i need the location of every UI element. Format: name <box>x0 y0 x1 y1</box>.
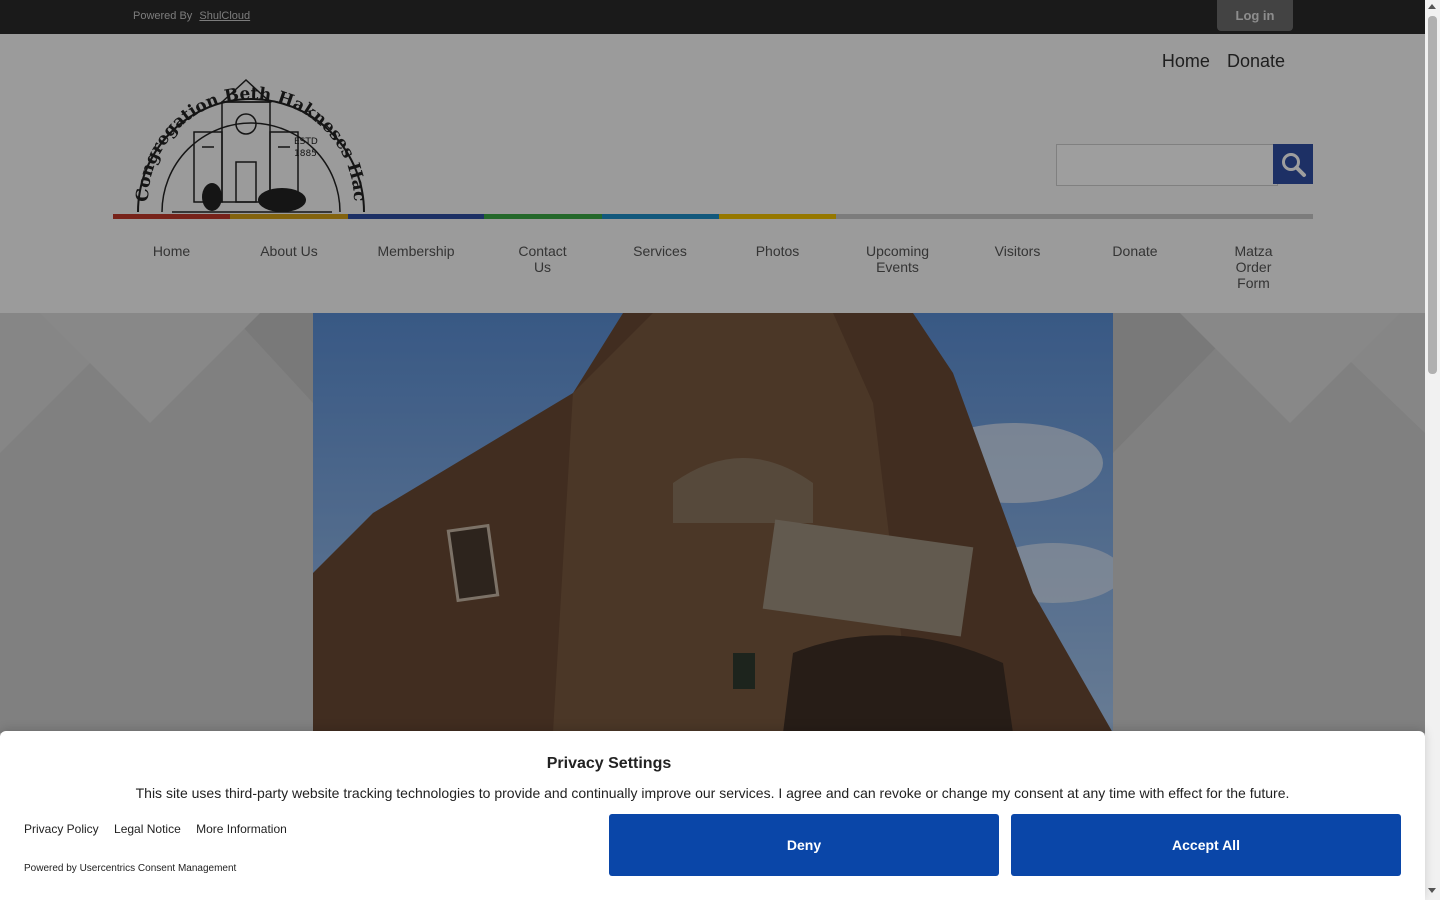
nav-item-about-us[interactable]: About Us <box>230 243 348 291</box>
consent-title: Privacy Settings <box>546 755 672 772</box>
search-input[interactable] <box>1056 144 1278 186</box>
privacy-consent-banner: Privacy Settings This site uses third-pa… <box>0 731 1425 900</box>
stripe-segment <box>836 214 1313 219</box>
main-nav: Home About Us Membership Contact Us Serv… <box>113 243 1313 291</box>
stripe-segment <box>484 214 602 219</box>
scroll-thumb[interactable] <box>1428 16 1437 374</box>
login-button[interactable]: Log in <box>1217 0 1293 31</box>
consent-links: Privacy Policy Legal Notice More Informa… <box>24 822 299 836</box>
stripe-segment <box>230 214 348 219</box>
search-icon <box>1282 153 1306 177</box>
nav-item-visitors[interactable]: Visitors <box>959 243 1076 291</box>
logo-estd: ESTD <box>294 137 318 147</box>
top-bar: Powered By ShulCloud Log in <box>0 0 1425 34</box>
nav-item-donate[interactable]: Donate <box>1076 243 1194 291</box>
nav-item-services[interactable]: Services <box>601 243 719 291</box>
synagogue-photo <box>313 313 1113 733</box>
stripe-segment <box>113 214 230 219</box>
page-scrollbar[interactable] <box>1425 0 1440 900</box>
stripe-segment <box>602 214 719 219</box>
scroll-up-arrow-icon[interactable] <box>1428 4 1436 9</box>
shulcloud-link[interactable]: ShulCloud <box>199 10 250 22</box>
accept-all-button[interactable]: Accept All <box>1011 814 1401 876</box>
scroll-down-arrow-icon[interactable] <box>1428 888 1436 893</box>
nav-item-home[interactable]: Home <box>113 243 230 291</box>
nav-item-contact-us[interactable]: Contact Us <box>484 243 601 291</box>
more-information-link[interactable]: More Information <box>196 822 287 836</box>
congregation-logo[interactable]: Congregation Beth Hakneses Hachodosh EST… <box>132 52 369 217</box>
util-nav-home[interactable]: Home <box>1162 51 1210 71</box>
deny-button[interactable]: Deny <box>609 814 999 876</box>
nav-item-matza-order-form[interactable]: Matza Order Form <box>1194 243 1313 291</box>
consent-description: This site uses third-party website track… <box>135 785 1290 801</box>
nav-item-membership[interactable]: Membership <box>348 243 484 291</box>
search-button[interactable] <box>1273 144 1313 184</box>
util-nav-donate[interactable]: Donate <box>1227 51 1285 71</box>
hero-section <box>0 313 1425 733</box>
color-stripe <box>113 214 1313 219</box>
powered-by-label: Powered By <box>133 10 193 22</box>
logo-year: 1885 <box>294 149 317 159</box>
utility-nav: Home Donate <box>1150 51 1285 72</box>
site-header: Congregation Beth Hakneses Hachodosh EST… <box>0 34 1425 313</box>
privacy-policy-link[interactable]: Privacy Policy <box>24 822 99 836</box>
nav-item-upcoming-events[interactable]: Upcoming Events <box>836 243 959 291</box>
stripe-segment <box>348 214 484 219</box>
legal-notice-link[interactable]: Legal Notice <box>114 822 181 836</box>
nav-item-photos[interactable]: Photos <box>719 243 836 291</box>
powered-by: Powered By ShulCloud <box>133 10 250 22</box>
stripe-segment <box>719 214 836 219</box>
consent-powered-by: Powered by Usercentrics Consent Manageme… <box>24 863 237 874</box>
